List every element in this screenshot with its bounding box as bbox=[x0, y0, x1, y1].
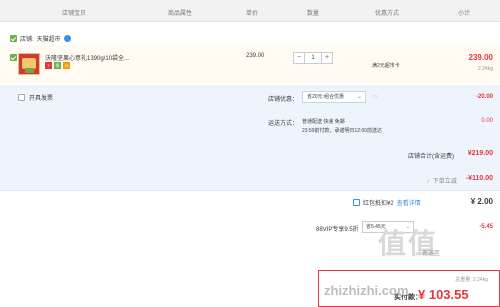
vip-label: 88VIP专享9.5折 bbox=[316, 227, 359, 233]
qty-increase-button[interactable]: + bbox=[321, 52, 333, 64]
shop-discount-select-value: 省20元:组合优惠 bbox=[307, 94, 344, 100]
redpacket-label: 红包抵扣¥2 bbox=[363, 201, 394, 207]
redpacket-row: 红包抵扣¥2 查看详情 bbox=[353, 198, 421, 207]
redpacket-details-link[interactable]: 查看详情 bbox=[397, 198, 421, 207]
instant-discount-text: 下单立减 bbox=[432, 179, 457, 185]
col-promo-header: 优惠方式 bbox=[375, 11, 400, 17]
divider bbox=[0, 190, 500, 191]
shop-discount-select[interactable]: 省20元:组合优惠 ⌄ bbox=[302, 91, 366, 103]
unit-price: 239.00 bbox=[246, 53, 265, 59]
shipping-amount: 0.00 bbox=[481, 118, 493, 124]
tag-guarantee-icon: 保 bbox=[54, 62, 61, 69]
qty-input[interactable]: 1 bbox=[305, 52, 321, 64]
chat-icon[interactable] bbox=[63, 35, 71, 42]
redpacket-checkbox[interactable] bbox=[353, 199, 360, 206]
total-weight: 总重量: 2.24kg bbox=[455, 277, 488, 283]
item-checkbox[interactable] bbox=[10, 54, 17, 61]
quantity-stepper: − 1 + bbox=[293, 52, 333, 64]
redpacket-amount: ¥ 2.00 bbox=[470, 197, 493, 206]
check-icon: ✓ bbox=[426, 179, 433, 185]
col-price-header: 单价 bbox=[246, 11, 259, 17]
shipping-promise: 23:59前付款，承诺明日12:00前送达 bbox=[302, 128, 383, 134]
col-subtotal-header: 小计 bbox=[458, 11, 471, 17]
invoice-checkbox[interactable] bbox=[18, 94, 25, 101]
item-weight: 2.24kg bbox=[477, 66, 493, 72]
instant-discount-amount: -¥110.00 bbox=[465, 175, 493, 182]
service-tags: 7 保 G bbox=[45, 62, 70, 69]
invoice-row: 开具发票 bbox=[18, 93, 53, 102]
shipping-method: 普通配送 快递 免邮 bbox=[302, 119, 345, 125]
pay-amount: ¥ 103.55 bbox=[418, 287, 469, 302]
info-icon[interactable]: ▭ bbox=[372, 93, 378, 100]
item-subtotal: 239.00 bbox=[468, 53, 493, 62]
product-title[interactable]: 沃隆坚果心意礼1390g/10袋全... bbox=[45, 53, 140, 62]
product-thumbnail[interactable] bbox=[18, 53, 40, 75]
shop-prefix: 店铺: bbox=[20, 37, 34, 43]
shop-checkbox[interactable] bbox=[10, 35, 17, 42]
shop-discount-label: 店铺优惠： bbox=[268, 97, 299, 103]
watermark-url: zhizhizhi.com bbox=[324, 283, 409, 298]
invoice-label: 开具发票 bbox=[29, 96, 54, 102]
cart-header: 店铺宝贝 商品属性 单价 数量 优惠方式 小计 bbox=[0, 0, 500, 22]
shop-total-label: 店铺合计(含运费) bbox=[408, 154, 454, 160]
cart-item bbox=[0, 45, 500, 83]
instant-discount-label: ✓ 下单立减 bbox=[426, 176, 457, 185]
shop-name[interactable]: 天猫超市 bbox=[37, 34, 61, 43]
shop-total-amount: ¥219.00 bbox=[467, 150, 493, 157]
tag-g-icon: G bbox=[63, 62, 70, 69]
col-qty-header: 数量 bbox=[307, 11, 320, 17]
address-hint: 寄送至 bbox=[422, 251, 441, 257]
shipping-info: 普通配送 快递 免邮 23:59前付款，承诺明日12:00前送达 bbox=[302, 118, 382, 136]
chevron-down-icon: ⌄ bbox=[356, 94, 362, 100]
promo-text: 满2元超市卡 bbox=[372, 63, 400, 69]
shipping-label: 运送方式： bbox=[268, 121, 299, 127]
shop-row: 店铺: 天猫超市 bbox=[10, 34, 71, 43]
col-attrs-header: 商品属性 bbox=[168, 11, 193, 17]
qty-decrease-button[interactable]: − bbox=[293, 52, 305, 64]
shop-discount-amount: -20.00 bbox=[475, 94, 493, 100]
order-options-panel bbox=[0, 85, 500, 190]
col-items-header: 店铺宝贝 bbox=[62, 11, 87, 17]
tag-7day-icon: 7 bbox=[45, 62, 52, 69]
